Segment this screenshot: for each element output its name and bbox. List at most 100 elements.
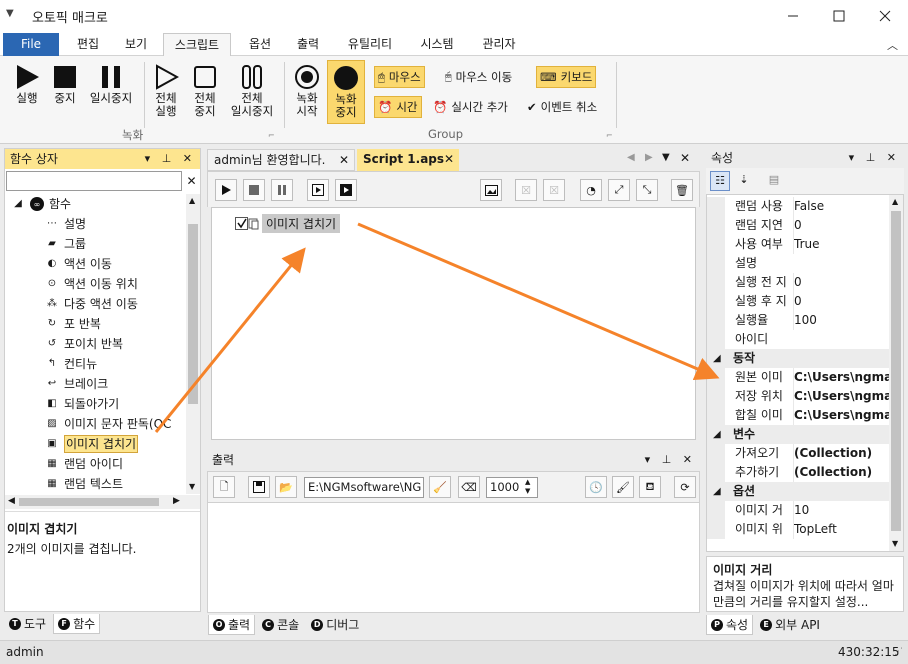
resize-grip-icon[interactable]: ⋰	[894, 641, 903, 663]
property-value[interactable]: (Collection)	[793, 444, 889, 463]
script-stop-button[interactable]	[243, 179, 265, 201]
property-row[interactable]: 원본 이미 C:\Users\ngma	[707, 368, 889, 387]
property-row[interactable]: 실행 전 지 0	[707, 273, 889, 292]
tab-properties[interactable]: P 속성	[706, 615, 754, 635]
expand-button[interactable]: ⤢	[608, 179, 630, 201]
panel-tools-icon[interactable]: ▾ ⊥ ✕	[849, 148, 900, 168]
menu-output[interactable]: 출력	[284, 33, 332, 56]
tab-tools[interactable]: T 도구	[4, 614, 51, 634]
property-value[interactable]: TopLeft	[793, 520, 889, 539]
time-toggle[interactable]: ⏰ 시간	[374, 96, 422, 118]
fill-color-button[interactable]: ⛾	[639, 476, 661, 498]
disabled-button-2[interactable]: ☒	[543, 179, 565, 201]
keyboard-toggle[interactable]: ⌨ 키보드	[536, 66, 597, 88]
stop-all-button[interactable]: 전체 중지	[187, 64, 223, 118]
tab-list-icon[interactable]: ▼	[662, 152, 670, 163]
eraser-button[interactable]: ⌫	[458, 476, 480, 498]
run-button[interactable]: 실행	[8, 64, 46, 105]
property-category[interactable]: ◢ 옵션	[707, 482, 889, 501]
pause-all-button[interactable]: 전체 일시중지	[226, 64, 278, 118]
tree-item[interactable]: ⁂ 다중 액션 이동	[45, 294, 138, 314]
property-value[interactable]: 0	[793, 292, 889, 311]
panel-tools-icon[interactable]: ▾ ⊥ ✕	[645, 450, 696, 470]
script-item[interactable]: 이미지 겹치기	[235, 214, 341, 233]
tab-scroll-left-icon[interactable]: ◀	[627, 152, 635, 163]
tree-vertical-scrollbar[interactable]: ▲ ▼	[186, 194, 200, 494]
property-row[interactable]: 아이디	[707, 330, 889, 349]
tree-item[interactable]: ↩ 브레이크	[45, 374, 108, 394]
property-row[interactable]: 실행율 100	[707, 311, 889, 330]
script-run-selected-button[interactable]	[335, 179, 357, 201]
tab-console[interactable]: C 콘솔	[257, 615, 304, 635]
capture-image-button[interactable]	[480, 179, 502, 201]
menu-system[interactable]: 시스템	[408, 33, 466, 56]
group-launcher-icon[interactable]: ⌐	[606, 131, 613, 140]
quick-access-menu-icon[interactable]: ▼	[6, 8, 14, 19]
close-tab-icon[interactable]: ✕	[444, 149, 454, 169]
menu-admin[interactable]: 관리자	[470, 33, 528, 56]
property-row[interactable]: 랜덤 지연 0	[707, 216, 889, 235]
menu-utility[interactable]: 유틸리티	[336, 33, 404, 56]
property-value[interactable]: True	[793, 235, 889, 254]
tree-item[interactable]: ⊙ 액션 이동 위치	[45, 274, 138, 294]
property-row[interactable]: 합칠 이미 C:\Users\ngma	[707, 406, 889, 425]
property-value[interactable]: 0	[793, 273, 889, 292]
property-category[interactable]: ◢ 동작	[707, 349, 889, 368]
collapse-ribbon-icon[interactable]: ︿	[887, 37, 898, 53]
collapse-arrow-icon[interactable]: ◢	[713, 425, 721, 444]
output-path-input[interactable]: E:\NGMsoftware\NG	[304, 477, 424, 498]
disabled-button-1[interactable]: ☒	[515, 179, 537, 201]
minimize-button[interactable]	[770, 0, 816, 32]
property-value[interactable]: C:\Users\ngma	[793, 368, 889, 387]
menu-edit[interactable]: 편집	[64, 33, 112, 56]
script-step-button[interactable]	[307, 179, 329, 201]
tab-external-api[interactable]: E 외부 API	[755, 615, 825, 635]
property-row[interactable]: 저장 위치 C:\Users\ngma	[707, 387, 889, 406]
tab-welcome[interactable]: admin님 환영합니다. ✕	[207, 149, 355, 171]
tree-item[interactable]: ↻ 포 반복	[45, 314, 101, 334]
tree-item[interactable]: ↺ 포이치 반복	[45, 334, 123, 354]
tree-item[interactable]: ⋯ 설명	[45, 214, 86, 234]
property-grid-scrollbar[interactable]: ▲ ▼	[889, 195, 903, 551]
menu-view[interactable]: 보기	[112, 33, 160, 56]
pause-button[interactable]: 일시중지	[84, 64, 138, 105]
property-value[interactable]: C:\Users\ngma	[793, 406, 889, 425]
tree-item[interactable]: ▰ 그룹	[45, 234, 86, 254]
record-start-button[interactable]: 녹화 시작	[288, 64, 326, 118]
tab-output[interactable]: O 출력	[208, 615, 256, 635]
property-value[interactable]: False	[793, 197, 889, 216]
property-pages-button[interactable]: ▤	[764, 171, 784, 191]
file-menu[interactable]: File	[3, 33, 59, 56]
output-log[interactable]	[207, 503, 700, 613]
script-editor[interactable]: 이미지 겹치기	[211, 207, 696, 440]
clean-output-button[interactable]: 🧹	[429, 476, 451, 498]
tab-scroll-right-icon[interactable]: ▶	[645, 152, 653, 163]
property-grid[interactable]: 랜덤 사용 False 랜덤 지연 0 사용 여부 True 설명 실행 전 지 0 실행 후 지…	[706, 194, 904, 552]
menu-options[interactable]: 옵션	[236, 33, 284, 56]
refresh-circle-button[interactable]: ◔	[580, 179, 602, 201]
collapse-arrow-icon[interactable]: ◢	[11, 197, 25, 211]
maximize-button[interactable]	[816, 0, 862, 32]
tab-debug[interactable]: D 디버그	[306, 615, 364, 635]
delete-button[interactable]: 🗑	[671, 179, 693, 201]
realtime-add-toggle[interactable]: ⏰ 실시간 추가	[430, 96, 511, 118]
property-row[interactable]: 설명	[707, 254, 889, 273]
alphabetical-view-button[interactable]: ⇣	[734, 171, 754, 191]
property-row[interactable]: 가져오기 (Collection)	[707, 444, 889, 463]
tree-root[interactable]: ◢ ∞ 함수	[11, 194, 71, 214]
close-tab-icon[interactable]: ✕	[339, 150, 349, 170]
property-row[interactable]: 이미지 위 TopLeft	[707, 520, 889, 539]
collapse-button[interactable]: ⤡	[636, 179, 658, 201]
close-document-icon[interactable]: ✕	[680, 151, 690, 165]
collapse-arrow-icon[interactable]: ◢	[713, 482, 721, 501]
tree-item[interactable]: ◧ 되돌아가기	[45, 394, 119, 414]
mouse-move-toggle[interactable]: 🖱 마우스 이동	[442, 66, 515, 88]
property-value[interactable]: C:\Users\ngma	[793, 387, 889, 406]
tree-item[interactable]: ▦ 랜덤 아이디	[45, 454, 123, 474]
tree-item[interactable]: ↰ 컨티뉴	[45, 354, 97, 374]
menu-script[interactable]: 스크립트	[163, 33, 231, 56]
panel-tools-icon[interactable]: ▾ ⊥ ✕	[145, 149, 196, 169]
script-pause-button[interactable]	[271, 179, 293, 201]
property-value[interactable]: 0	[793, 216, 889, 235]
tree-item[interactable]: ▨ 이미지 문자 판독(OC	[45, 414, 171, 434]
